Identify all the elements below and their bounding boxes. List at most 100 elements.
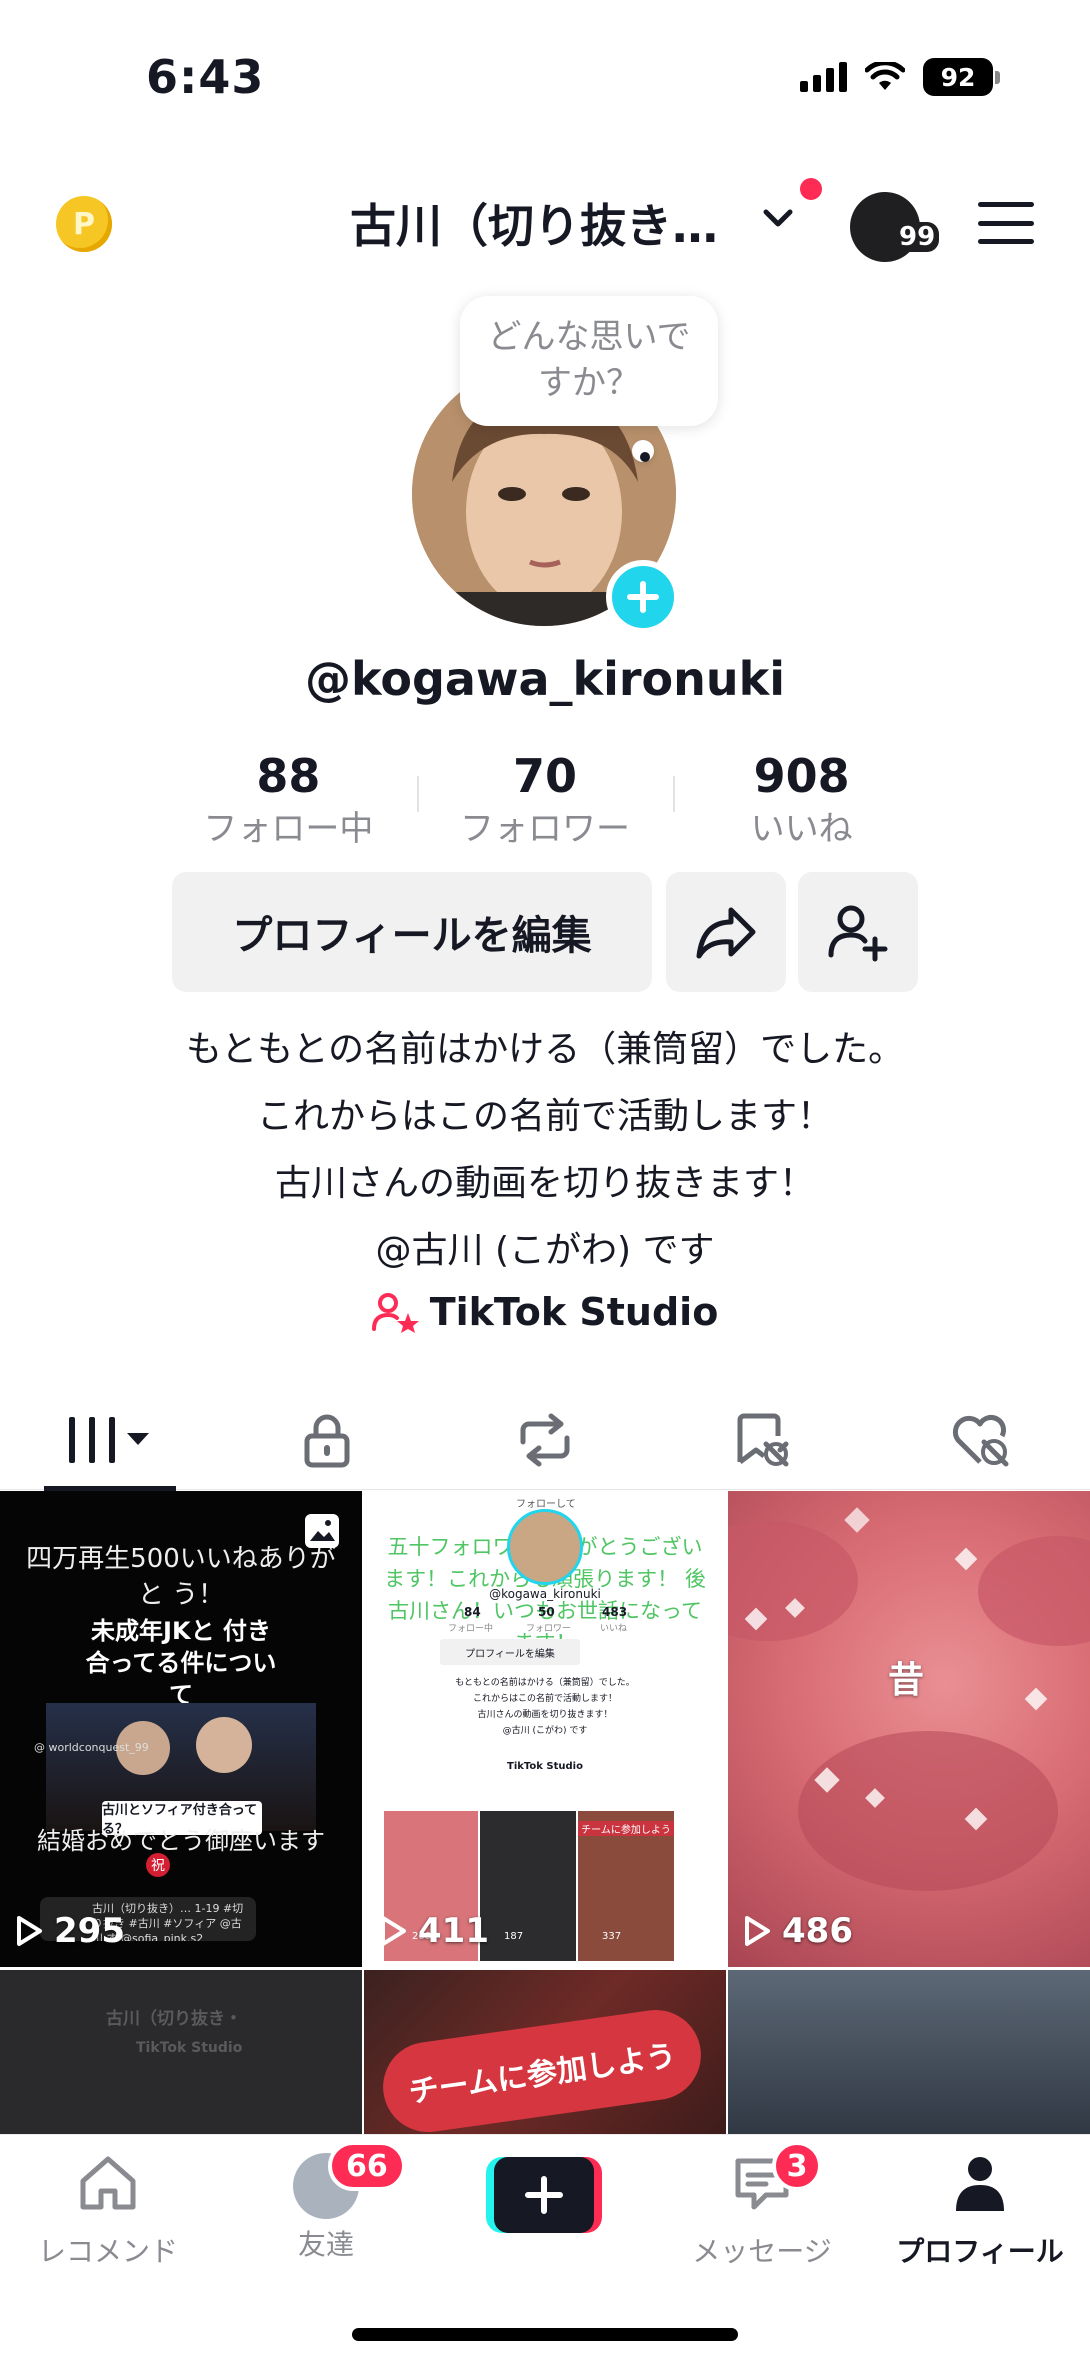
mini-avatar xyxy=(507,1509,583,1585)
edit-profile-button[interactable]: プロフィールを編集 xyxy=(172,872,652,992)
create-button[interactable] xyxy=(486,2157,602,2233)
stat-followers[interactable]: 70 フォロワー xyxy=(416,748,674,854)
bio-line: もともとの名前はかける（兼筒留）でした。 xyxy=(185,1029,905,1070)
overlay-text: 四万再生500いいねありがと う！ xyxy=(26,1544,336,1610)
profile-icon xyxy=(956,2157,1004,2211)
share-arrow-icon xyxy=(696,907,756,959)
add-user-icon xyxy=(828,905,888,962)
mini-thumb-views: 187 xyxy=(504,1931,524,1942)
bookmark-icon xyxy=(737,1413,789,1466)
thought-bubble-line-1: どんな思いで xyxy=(487,317,691,357)
studio-label: TikTok Studio xyxy=(429,1290,719,1334)
bio-line: 古川さんの動画を切り抜きます！ xyxy=(274,1163,815,1204)
video-thumbnail[interactable]: チームに参加しよう xyxy=(364,1970,726,2136)
nav-inbox[interactable]: メッセージ 3 xyxy=(662,2141,862,2270)
mini-edit-button: プロフィールを編集 xyxy=(440,1639,580,1665)
overlay-tag: 祝 xyxy=(146,1853,170,1877)
video-thumbnail[interactable]: 四万再生500いいねありがと う！ 未成年JKと 付き合ってる件について 古川と… xyxy=(0,1491,362,1967)
coin-icon[interactable]: P xyxy=(56,196,112,252)
nav-friends-label: 友達 xyxy=(297,2228,354,2261)
tiktok-studio-link[interactable]: TikTok Studio xyxy=(0,1290,1090,1334)
share-profile-button[interactable] xyxy=(666,872,786,992)
overlay-text: TikTok Studio xyxy=(136,2040,243,2056)
profile-stats: 88 フォロー中 70 フォロワー 908 いいね xyxy=(160,748,930,854)
video-thumbnail[interactable]: 昔 486 xyxy=(728,1491,1090,1967)
profile-bio: もともとの名前はかける（兼筒留）でした。 これからはこの名前で活動します！ 古川… xyxy=(0,1016,1090,1284)
mini-bio-line: 古川さんの動画を切り抜きます！ xyxy=(477,1710,613,1720)
overlay-text: チームに参加しよう xyxy=(377,2004,707,2136)
stat-likes[interactable]: 908 いいね xyxy=(673,748,930,854)
tab-private[interactable] xyxy=(218,1390,436,1489)
overlay-handle: @ worldconquest_99 xyxy=(34,1741,149,1754)
overlay-headline: 未成年JKと 付き合ってる件について xyxy=(85,1617,277,1709)
followers-label: フォロワー xyxy=(460,809,630,849)
studio-user-star-icon xyxy=(371,1293,419,1333)
video-thumbnail[interactable]: 五十フォロワーありがとうございます！これからも頑張ります！ 後古川さん！いつもお… xyxy=(364,1491,726,1967)
tab-liked[interactable] xyxy=(872,1390,1090,1489)
nav-inbox-label: メッセージ xyxy=(692,2235,832,2268)
nav-friends[interactable]: 友達 66 xyxy=(226,2141,426,2263)
view-count-value: 486 xyxy=(782,1911,853,1951)
thought-bubble[interactable]: どんな思いで すか？ xyxy=(460,296,718,426)
mini-thumb-label: チームに参加しよう xyxy=(578,1821,674,1836)
view-count: 486 xyxy=(742,1911,853,1951)
followers-count: 70 xyxy=(513,749,578,803)
tab-reposts[interactable] xyxy=(436,1390,654,1489)
status-indicators: 92 xyxy=(800,58,1000,96)
repost-icon xyxy=(520,1413,570,1466)
mosaic-background xyxy=(728,1507,1090,1891)
play-icon xyxy=(745,1916,770,1946)
account-name-title[interactable]: 古川（切り抜き… xyxy=(350,190,718,256)
battery-icon: 92 xyxy=(923,58,1000,96)
tab-videos[interactable] xyxy=(0,1390,218,1491)
mini-bio-line: @古川 (こがわ) です xyxy=(502,1726,588,1736)
view-count-value: 295 xyxy=(54,1911,125,1951)
wifi-icon xyxy=(865,62,905,90)
status-time: 6:43 xyxy=(146,50,265,104)
overlay-text: 古川（切り抜き・ xyxy=(106,2009,242,2029)
following-label: フォロー中 xyxy=(203,809,374,849)
bio-line: これからはこの名前で活動します！ xyxy=(256,1096,833,1137)
play-icon xyxy=(381,1916,406,1946)
mini-stat-label: いいね xyxy=(600,1624,628,1634)
profile-screen: { "status_bar": { "time": "6:43", "batte… xyxy=(0,0,1090,2364)
mini-thumb: チームに参加しよう xyxy=(578,1811,674,1961)
create-plus-icon xyxy=(525,2176,563,2214)
bubble-tail-dot xyxy=(640,452,650,462)
tab-favorites[interactable] xyxy=(654,1390,872,1489)
grid-icon xyxy=(69,1416,149,1463)
home-icon xyxy=(80,2156,136,2210)
video-grid: 四万再生500いいねありがと う！ 未成年JKと 付き合ってる件について 古川と… xyxy=(0,1491,1090,2136)
video-thumbnail[interactable]: 古川（切り抜き・ TikTok Studio xyxy=(0,1970,362,2136)
mini-thumb-views: 337 xyxy=(602,1931,622,1942)
cellular-signal-icon xyxy=(800,62,847,92)
menu-icon[interactable] xyxy=(978,202,1034,244)
mini-bio-line: もともとの名前はかける（兼筒留）でした。 xyxy=(455,1678,635,1688)
mini-bio: もともとの名前はかける（兼筒留）でした。 これからはこの名前で活動します！ 古川… xyxy=(364,1675,726,1739)
bio-line[interactable]: @古川 (こがわ) です xyxy=(0,1217,1090,1284)
add-avatar-button[interactable] xyxy=(606,560,680,634)
video-thumbnail[interactable] xyxy=(728,1970,1090,2136)
mini-stat-label: フォロワー xyxy=(526,1624,572,1634)
overlay-bubble: フォローして xyxy=(516,1499,576,1510)
mini-stat: 50 xyxy=(538,1605,555,1619)
add-friend-button[interactable] xyxy=(798,872,918,992)
overlay-text: 昔 xyxy=(888,1659,925,1701)
mini-stat-label: フォロー中 xyxy=(448,1624,494,1634)
notification-dot xyxy=(800,178,822,200)
stat-following[interactable]: 88 フォロー中 xyxy=(160,748,417,854)
home-indicator[interactable] xyxy=(352,2328,738,2341)
chevron-down-icon[interactable] xyxy=(760,204,796,232)
view-count: 295 xyxy=(14,1911,125,1951)
nav-profile[interactable]: プロフィール xyxy=(880,2153,1080,2270)
thought-bubble-line-2: すか？ xyxy=(538,363,640,403)
photo-carousel-icon xyxy=(305,1514,339,1548)
likes-label: いいね xyxy=(750,809,853,849)
likes-count: 908 xyxy=(753,749,850,803)
play-icon xyxy=(17,1916,42,1946)
mini-studio: TikTok Studio xyxy=(507,1761,583,1772)
overlay-username: @kogawa_kironuki xyxy=(489,1587,601,1601)
mini-stat: 483 xyxy=(602,1605,628,1619)
nav-home[interactable]: レコメンド xyxy=(8,2153,208,2270)
profile-username: @kogawa_kironuki xyxy=(305,652,785,706)
